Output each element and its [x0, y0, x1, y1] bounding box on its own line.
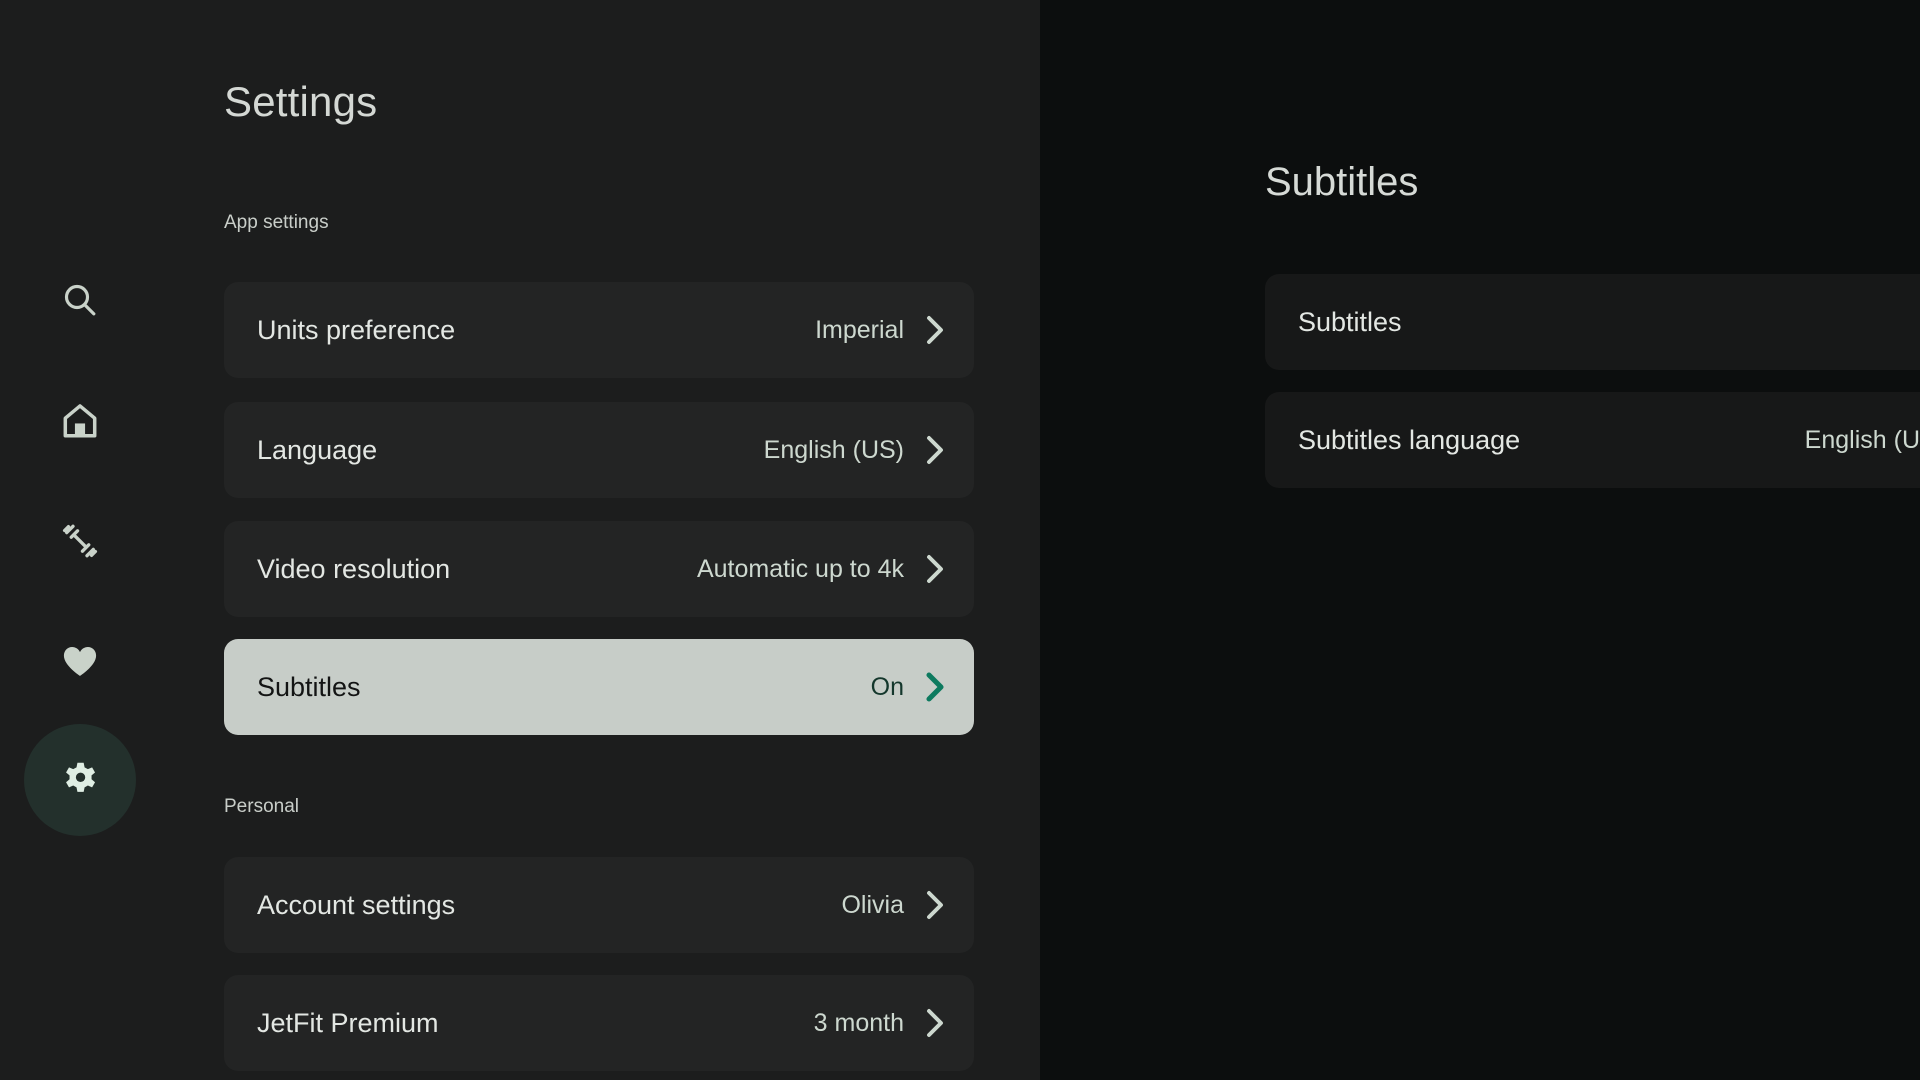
gear-icon — [66, 762, 96, 792]
sidebar-item-workouts[interactable] — [24, 485, 136, 597]
dumbbell-icon — [62, 524, 98, 558]
row-label: JetFit Premium — [257, 1007, 439, 1038]
home-icon — [63, 404, 97, 438]
row-label: Subtitles — [257, 671, 361, 702]
row-label: Video resolution — [257, 553, 451, 584]
sidebar-item-home[interactable] — [24, 365, 136, 477]
chevron-right-icon — [927, 555, 943, 583]
sidebar-item-search[interactable] — [24, 244, 136, 356]
row-label: Language — [257, 434, 378, 465]
page-title: Settings — [224, 78, 378, 125]
row-label: Units preference — [257, 314, 456, 345]
row-value: Imperial — [815, 315, 904, 344]
sidebar-item-settings[interactable] — [24, 724, 136, 836]
section-label-app-settings: App settings — [224, 212, 329, 233]
detail-row-subtitles[interactable]: Subtitles — [1265, 274, 1920, 370]
settings-row-subtitles[interactable]: Subtitles On — [224, 639, 974, 735]
settings-row-units-preference[interactable]: Units preference Imperial — [224, 282, 974, 378]
settings-screen: Settings App settings Units preference I… — [0, 0, 1920, 1080]
settings-row-language[interactable]: Language English (US) — [224, 402, 974, 498]
settings-row-jetfit-premium[interactable]: JetFit Premium 3 month — [224, 975, 974, 1071]
sidebar-item-favorites[interactable] — [24, 605, 136, 717]
search-icon — [64, 284, 96, 316]
nav-rail — [0, 0, 160, 1080]
row-value: Automatic up to 4k — [696, 554, 904, 583]
section-label-personal: Personal — [224, 796, 299, 817]
row-label: Account settings — [257, 889, 456, 920]
row-label: Subtitles — [1298, 306, 1402, 337]
chevron-right-icon — [927, 1009, 943, 1037]
row-value: On — [870, 672, 904, 701]
chevron-right-icon — [927, 436, 943, 464]
heart-icon — [63, 647, 97, 676]
row-value: English (US) — [1804, 425, 1920, 454]
right-panel: Subtitles Subtitles Subtitles language E… — [1040, 0, 1920, 1080]
chevron-right-icon — [927, 891, 943, 919]
detail-page-title: Subtitles — [1265, 160, 1419, 204]
settings-row-account-settings[interactable]: Account settings Olivia — [224, 857, 974, 953]
row-value: Olivia — [841, 890, 904, 919]
row-value: English (US) — [763, 435, 904, 464]
settings-row-video-resolution[interactable]: Video resolution Automatic up to 4k — [224, 521, 974, 617]
chevron-right-icon — [926, 672, 944, 702]
chevron-right-icon — [927, 316, 943, 344]
row-value: 3 month — [813, 1008, 904, 1037]
row-label: Subtitles language — [1298, 424, 1521, 455]
left-panel: Settings App settings Units preference I… — [0, 0, 1040, 1080]
detail-row-subtitles-language[interactable]: Subtitles language English (US) — [1265, 392, 1920, 488]
settings-content: Settings App settings Units preference I… — [224, 0, 1040, 1080]
